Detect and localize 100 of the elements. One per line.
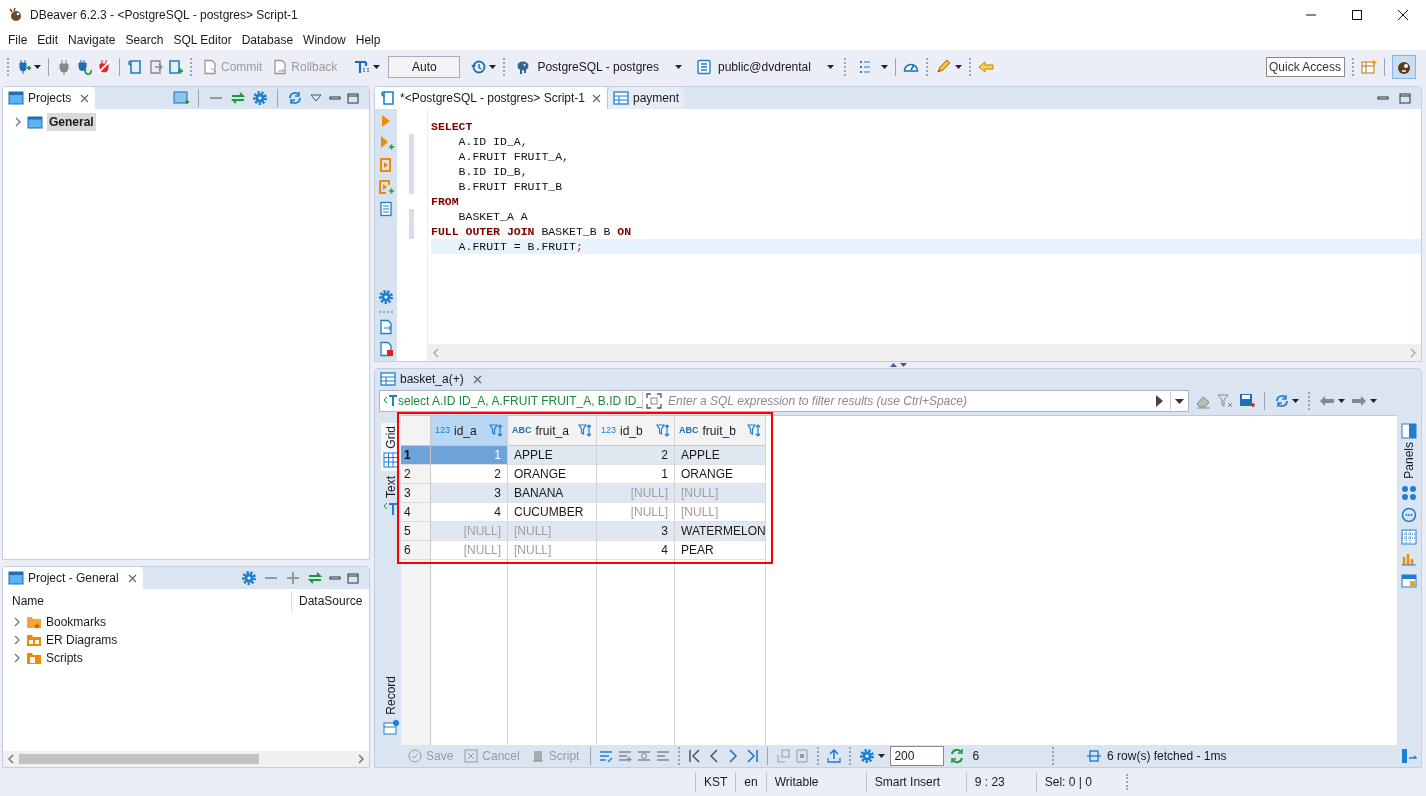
tree-item[interactable]: ER Diagrams [46,631,118,649]
first-page-icon[interactable] [688,749,703,763]
execute-script-icon[interactable] [378,157,394,173]
grid-view-icon[interactable] [1401,528,1417,545]
pen-icon[interactable] [934,59,951,75]
maximize-icon[interactable] [1399,92,1411,104]
table-cell[interactable]: 3 [431,484,507,503]
table-cell[interactable]: WATERMELON [675,522,765,541]
copy-row-icon[interactable] [637,749,652,763]
gear-icon[interactable] [252,90,268,106]
column-header[interactable]: ABC fruit_b [675,416,765,446]
export-icon[interactable] [378,319,394,335]
table-cell[interactable]: BANANA [508,484,596,503]
gear-icon[interactable] [378,289,394,305]
row-number[interactable]: 1 [401,446,430,465]
fetch-all-icon[interactable] [795,749,810,763]
row-number[interactable]: 2 [401,465,430,484]
sort-filter-icon[interactable] [489,423,503,438]
row-number[interactable]: 4 [401,503,430,522]
value-viewer-icon[interactable] [1401,506,1417,523]
column-header[interactable]: 123 id_b [597,416,674,446]
view-tab[interactable]: Grid [381,423,401,471]
close-icon[interactable] [126,572,138,584]
caret-icon[interactable] [34,65,41,69]
row-number[interactable]: 3 [401,484,430,503]
view-tab[interactable]: Panels [1400,423,1418,479]
column-header[interactable]: ABC fruit_a [508,416,596,446]
panel-tab[interactable]: Project - General [3,567,143,589]
minimize-icon[interactable] [329,573,341,583]
sort-filter-icon[interactable] [578,423,592,438]
maximize-icon[interactable] [347,92,359,104]
table-cell[interactable]: 3 [597,522,674,541]
menu-item[interactable]: Edit [32,31,64,49]
execute-in-new-tab-icon[interactable] [378,135,394,151]
problems-icon[interactable] [378,341,394,357]
sort-filter-icon[interactable] [747,423,761,438]
last-page-icon[interactable] [745,749,760,763]
sash-arrows-icon[interactable] [889,363,907,367]
scroll-right-icon[interactable] [1409,347,1417,358]
caret-icon[interactable] [1338,399,1345,403]
refresh-count-icon[interactable] [949,748,966,764]
close-icon[interactable] [79,92,91,104]
maximize-icon[interactable] [347,572,359,584]
caret-icon[interactable] [1370,399,1377,403]
sync-icon[interactable] [287,90,303,106]
expand-editor-icon[interactable] [646,393,662,409]
edit-row-icon[interactable] [599,749,614,763]
new-script-icon[interactable] [167,59,183,75]
scroll-left-icon[interactable] [432,347,440,358]
editor-tab[interactable]: *<PostgreSQL - postgres> Script-1 [375,87,607,109]
disconnect-icon[interactable] [96,59,112,75]
menu-item[interactable]: File [3,31,33,49]
menu-item[interactable]: Help [350,31,386,49]
expand-icon[interactable] [285,570,301,586]
row-number[interactable]: 5 [401,522,430,541]
caret-icon[interactable] [675,65,682,69]
history-icon[interactable] [470,59,487,75]
horizontal-scrollbar[interactable] [428,344,1421,361]
window-close-icon[interactable] [1398,10,1408,20]
link-icon[interactable] [230,90,246,106]
transaction-mode-button[interactable]: Auto [388,56,461,78]
filter-input[interactable]: Enter a SQL expression to filter results (use Ctrl+Space) [665,392,1149,410]
perspective-button[interactable] [1392,55,1416,79]
tree-item[interactable]: General [47,113,96,131]
minimize-icon[interactable] [1377,93,1389,103]
table-cell[interactable]: APPLE [508,446,596,465]
export-data-icon[interactable] [827,749,842,763]
back-arrow-icon[interactable] [977,59,994,75]
menu-item[interactable]: Search [120,31,169,49]
gear-icon[interactable] [241,570,257,586]
fetch-size-field[interactable]: 200 [890,746,945,766]
delete-row-icon[interactable] [656,749,671,763]
schema-selector[interactable]: public@dvdrental [693,56,837,78]
filter-icon[interactable] [1217,393,1233,409]
properties-icon[interactable] [1401,484,1417,501]
caret-icon[interactable] [1175,398,1184,404]
view-tab[interactable]: Text [381,472,401,520]
caret-icon[interactable] [373,65,381,69]
plug-icon[interactable] [56,59,72,75]
apply-filter-icon[interactable] [1155,394,1164,408]
open-perspective-icon[interactable] [1361,59,1377,75]
caret-icon[interactable] [826,65,834,69]
format-icon[interactable] [354,59,371,75]
close-icon[interactable] [591,92,602,104]
tree-item[interactable]: Scripts [46,649,83,667]
collapsed-chevron-icon[interactable] [13,117,23,127]
view-tab[interactable]: Record [382,676,400,745]
panel-tab[interactable]: Projects [3,87,96,109]
caret-icon[interactable] [1292,399,1299,403]
menu-item[interactable]: Navigate [63,31,121,49]
horizontal-scrollbar[interactable] [3,751,369,767]
quick-access-field[interactable]: Quick Access [1266,57,1345,77]
add-row-icon[interactable] [618,749,633,763]
close-icon[interactable] [471,373,483,385]
caret-icon[interactable] [878,754,886,758]
link-icon[interactable] [307,570,323,586]
save-filter-icon[interactable] [1239,393,1255,409]
column-header[interactable]: 123 id_a [431,416,507,446]
menu-item[interactable]: SQL Editor [168,31,237,49]
layout-icon[interactable] [1401,572,1417,589]
